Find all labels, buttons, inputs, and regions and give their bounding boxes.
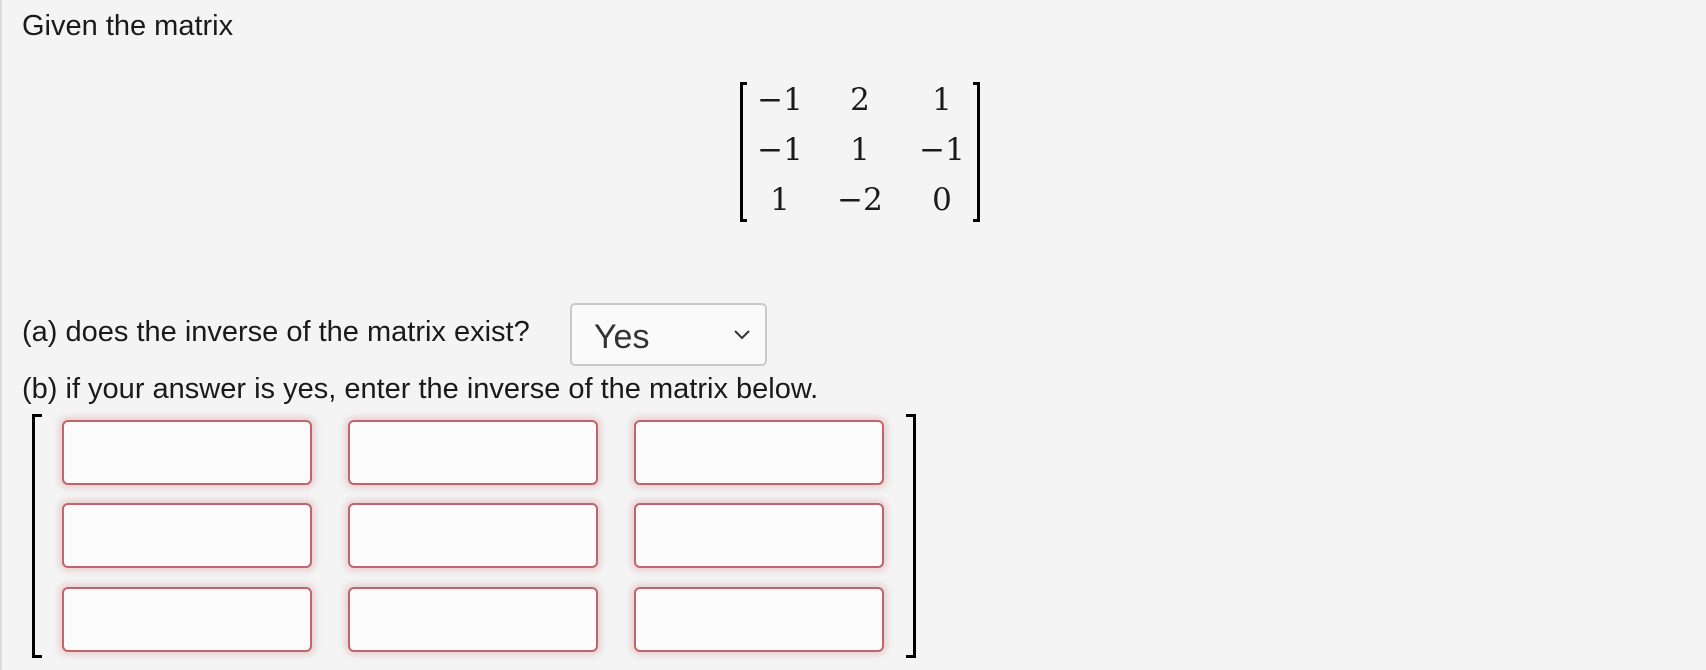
matrix-cell-r1c3: 1 (932, 82, 952, 118)
answer-left-bracket (32, 414, 42, 658)
matrix-cell-r2c1: −1 (757, 132, 803, 168)
question-a-text: (a) does the inverse of the matrix exist… (22, 316, 530, 348)
inverse-input-r2c3[interactable] (634, 503, 884, 568)
matrix-cell-r1c2: 2 (850, 82, 870, 118)
question-b-text: (b) if your answer is yes, enter the inv… (22, 373, 819, 405)
inverse-exists-select[interactable]: Yes (570, 303, 767, 366)
inverse-input-r2c2[interactable] (348, 503, 598, 568)
inverse-input-r3c3[interactable] (634, 587, 884, 652)
chevron-down-icon (734, 330, 750, 340)
matrix-cell-r2c2: 1 (850, 132, 870, 168)
inverse-input-r1c1[interactable] (62, 420, 312, 485)
matrix-cell-r2c3: −1 (919, 132, 965, 168)
inverse-input-r3c1[interactable] (62, 587, 312, 652)
matrix-cell-r3c1: 1 (770, 182, 790, 218)
inverse-answer-matrix (32, 414, 916, 658)
inverse-input-r3c2[interactable] (348, 587, 598, 652)
matrix-cell-r1c1: −1 (757, 82, 803, 118)
inverse-input-r1c2[interactable] (348, 420, 598, 485)
matrix-cell-r3c2: −2 (837, 182, 883, 218)
given-matrix: −1 2 1 −1 1 −1 1 −2 0 (740, 82, 980, 222)
matrix-cell-r3c3: 0 (932, 182, 952, 218)
answer-right-bracket (906, 414, 916, 658)
inverse-input-r1c3[interactable] (634, 420, 884, 485)
intro-text: Given the matrix (22, 10, 234, 42)
inverse-input-r2c1[interactable] (62, 503, 312, 568)
select-value: Yes (594, 318, 650, 356)
left-border-rule (0, 0, 2, 670)
